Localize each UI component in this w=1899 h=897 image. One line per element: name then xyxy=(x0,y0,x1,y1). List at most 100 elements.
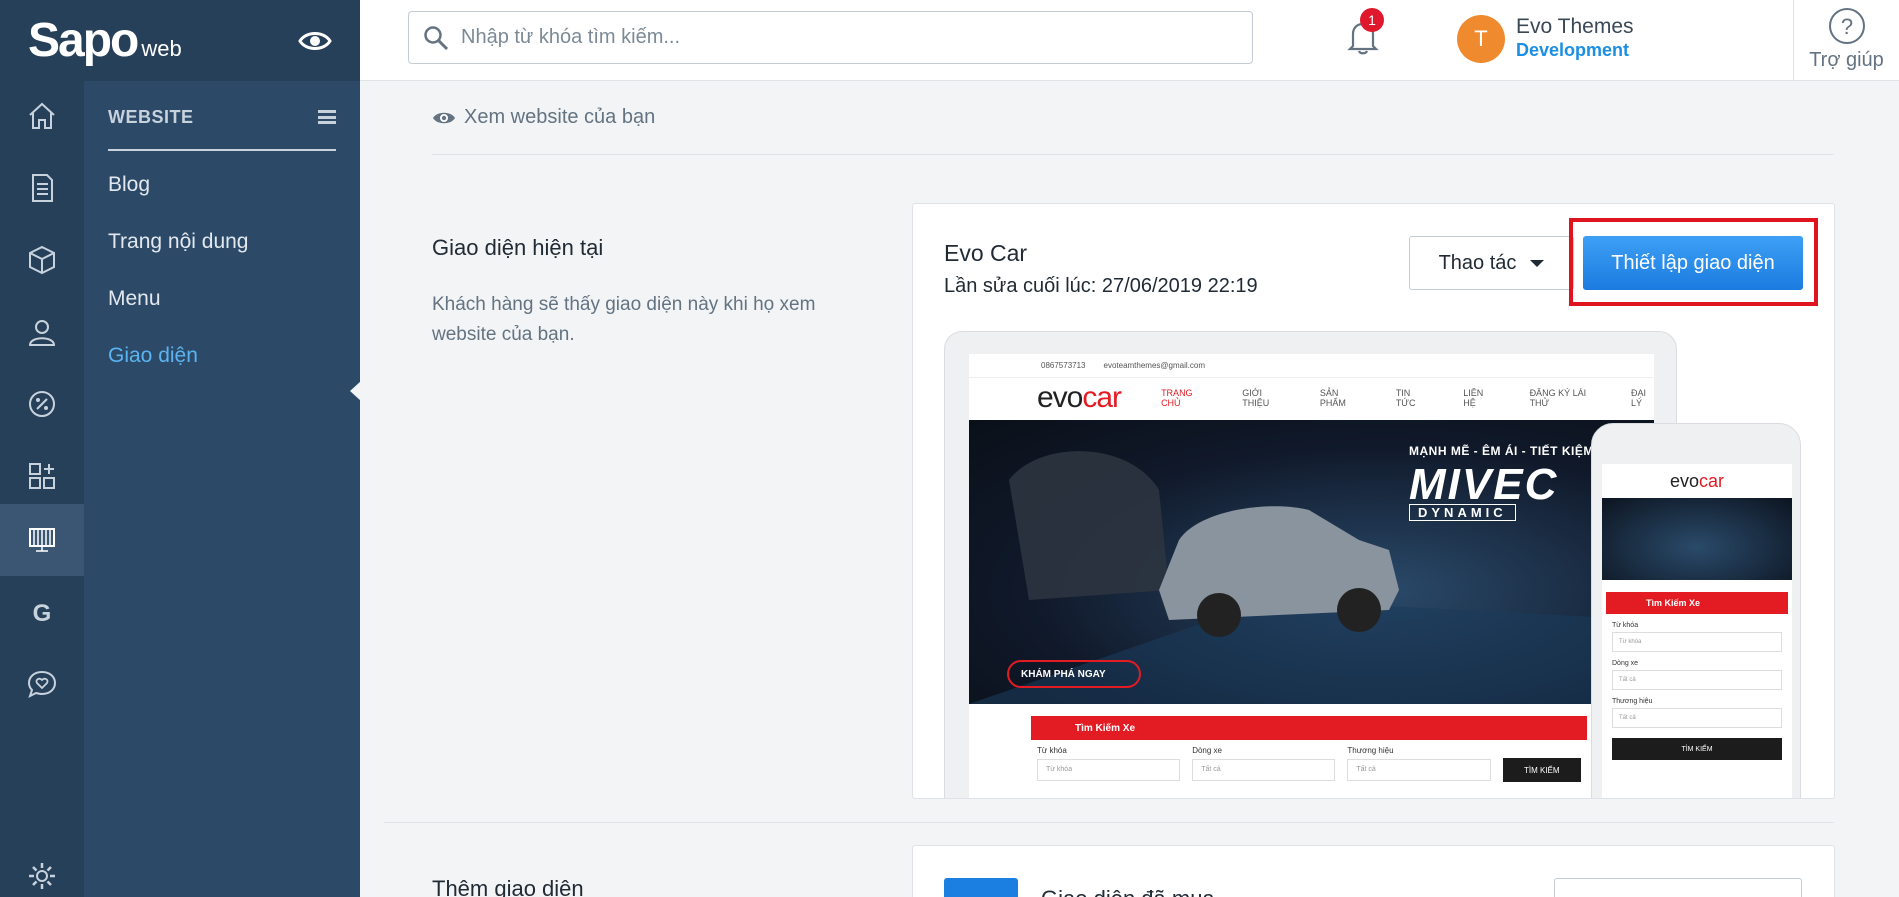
hero-title: MIVEC xyxy=(1409,460,1559,509)
view-website-link[interactable]: Xem website của bạn xyxy=(432,106,655,129)
preview-field-input: Tất cả xyxy=(1347,759,1491,781)
theme-actions-label: Thao tác xyxy=(1438,251,1517,274)
hero-tagline: MẠNH MẼ - ÊM ÁI - TIẾT KIỆM xyxy=(1409,444,1594,458)
current-theme-title: Giao diện hiện tại xyxy=(432,235,604,260)
annotation-highlight xyxy=(1569,218,1818,306)
preview-menu-item: TRANG CHỦ xyxy=(1161,388,1193,408)
mobile-search-button: TÌM KIẾM xyxy=(1612,738,1782,760)
help-button[interactable]: ? Trợ giúp xyxy=(1793,0,1899,81)
customers-icon[interactable] xyxy=(0,296,84,368)
preview-nav: evocar TRANG CHỦ GIỚI THIỆU SẢN PHẨM TIN… xyxy=(969,378,1654,418)
website-icon[interactable] xyxy=(0,504,84,576)
mobile-logo-a: evo xyxy=(1669,470,1699,491)
eye-icon xyxy=(433,112,455,123)
website-sidebar: WEBSITE Blog Trang nội dung Menu Giao di… xyxy=(84,81,360,897)
home-icon[interactable] xyxy=(0,80,84,152)
google-icon[interactable]: G xyxy=(0,576,84,648)
preview-menu-item: ĐĂNG KÝ LÁI THỬ xyxy=(1529,388,1587,408)
logo-suffix: web xyxy=(141,35,182,61)
sidebar-item-pages[interactable]: Trang nội dung xyxy=(108,230,249,254)
logo-text: Sapo xyxy=(28,13,139,67)
mobile-logo-b: car xyxy=(1699,470,1725,491)
mobile-preview: evo car Tìm Kiếm Xe Từ khóa Từ khóa Dòng … xyxy=(1591,423,1801,798)
preview-field-input: Tất cả xyxy=(1192,759,1336,781)
preview-field-label: Từ khóa xyxy=(1037,746,1067,755)
mobile-field-label: Thương hiệu xyxy=(1612,698,1653,705)
preview-logo-a: evo xyxy=(1037,381,1083,414)
search-icon xyxy=(424,25,449,50)
svg-text:G: G xyxy=(33,600,52,627)
apps-icon[interactable] xyxy=(0,440,84,512)
preview-topbar: 0867573713 evoteamthemes@gmail.com xyxy=(969,354,1654,378)
settings-icon[interactable] xyxy=(0,840,84,897)
mobile-field-label: Dòng xe xyxy=(1612,660,1639,667)
preview-phone: 0867573713 xyxy=(1041,361,1086,370)
products-icon[interactable] xyxy=(0,224,84,296)
user-name[interactable]: Evo Themes xyxy=(1516,15,1634,39)
hero-explore-button: KHÁM PHÁ NGAY xyxy=(1007,660,1141,688)
search-input[interactable] xyxy=(461,26,1221,49)
preview-logo-b: car xyxy=(1082,381,1122,414)
sidebar-header: WEBSITE xyxy=(108,103,336,151)
sidebar-item-menu[interactable]: Menu xyxy=(108,287,161,311)
mobile-field-input: Tất cả xyxy=(1612,670,1782,690)
menu-toggle-icon[interactable] xyxy=(318,110,336,124)
preview-menu-item: SẢN PHẨM xyxy=(1319,388,1346,408)
preview-search-panel: Tìm Kiếm Xe Từ khóa Từ khóa Dòng xe Tất cả… xyxy=(1031,716,1587,798)
preview-hero-banner: MẠNH MẼ - ÊM ÁI - TIẾT KIỆM MIVEC DYNAMI… xyxy=(969,420,1654,704)
divider xyxy=(384,822,1834,823)
theme-actions-dropdown[interactable]: Thao tác xyxy=(1409,236,1574,290)
purchased-icon xyxy=(944,878,1018,897)
preview-search-fields: Từ khóa Từ khóa Dòng xe Tất cả Thương hiệu… xyxy=(1031,740,1587,782)
svg-text:?: ? xyxy=(1840,14,1852,39)
desktop-preview: 0867573713 evoteamthemes@gmail.com evoca… xyxy=(944,331,1677,798)
theme-last-modified: Lần sửa cuối lúc: 27/06/2019 22:19 xyxy=(944,275,1258,297)
preview-menu-item: GIỚI THIỆU xyxy=(1242,388,1270,408)
theme-name: Evo Car xyxy=(944,240,1028,266)
caret-down-icon xyxy=(1530,259,1545,267)
orders-icon[interactable] xyxy=(0,152,84,224)
current-theme-description: Khách hàng sẽ thấy giao diện này khi họ … xyxy=(432,294,816,345)
top-bar: 1 T Evo Themes Development ? Trợ giúp xyxy=(360,0,1899,81)
preview-menu-item: LIÊN HỆ xyxy=(1463,388,1484,408)
notification-badge: 1 xyxy=(1360,8,1384,32)
search-box xyxy=(408,11,1253,64)
purchased-themes-label: Giao diện đã mua xyxy=(1041,886,1215,897)
sidebar-item-blog[interactable]: Blog xyxy=(108,173,150,197)
avatar[interactable]: T xyxy=(1457,15,1505,63)
promotions-icon[interactable] xyxy=(0,368,84,440)
help-label: Trợ giúp xyxy=(1809,49,1884,71)
preview-field: Dòng xe Tất cả xyxy=(1192,746,1336,782)
preview-menu: TRANG CHỦ GIỚI THIỆU SẢN PHẨM TIN TỨC LI… xyxy=(1161,388,1654,408)
mobile-field-input: Tất cả xyxy=(1612,708,1782,728)
active-pointer xyxy=(350,381,361,401)
sidebar-item-themes[interactable]: Giao diện xyxy=(108,344,198,368)
purchased-themes-button[interactable] xyxy=(1554,878,1802,897)
preview-field: Thương hiệu Tất cả xyxy=(1347,746,1491,782)
help-icon: ? xyxy=(1828,8,1865,44)
mobile-screen: evo car Tìm Kiếm Xe Từ khóa Từ khóa Dòng … xyxy=(1602,464,1792,798)
user-status: Development xyxy=(1516,40,1630,60)
support-icon[interactable] xyxy=(0,648,84,720)
sidebar-heading: WEBSITE xyxy=(108,107,194,127)
mobile-field-label: Từ khóa xyxy=(1612,622,1639,629)
preview-field: Từ khóa Từ khóa xyxy=(1037,746,1181,782)
brand-bar: Sapo web xyxy=(0,0,360,81)
preview-search-title: Tìm Kiếm Xe xyxy=(1031,716,1587,740)
eye-icon[interactable] xyxy=(298,26,332,56)
mobile-field-input: Từ khóa xyxy=(1612,632,1782,652)
preview-menu-item: TIN TỨC xyxy=(1395,388,1416,408)
preview-search-button: TÌM KIẾM xyxy=(1502,758,1582,782)
mobile-search-title: Tìm Kiếm Xe xyxy=(1606,592,1788,614)
purchased-themes-card: Giao diện đã mua xyxy=(912,845,1835,897)
sapo-logo[interactable]: Sapo web xyxy=(28,13,182,67)
preview-field-label: Thương hiệu xyxy=(1347,746,1394,755)
preview-field-input: Từ khóa xyxy=(1037,759,1181,781)
mobile-logo: evo car xyxy=(1602,464,1792,498)
preview-field-label: Dòng xe xyxy=(1192,746,1222,755)
mobile-hero xyxy=(1602,498,1792,580)
divider xyxy=(432,154,1834,155)
preview-logo: evocar xyxy=(1037,381,1122,415)
hero-subtitle: DYNAMIC xyxy=(1409,504,1516,521)
icon-rail: Sapo web G xyxy=(0,0,360,897)
